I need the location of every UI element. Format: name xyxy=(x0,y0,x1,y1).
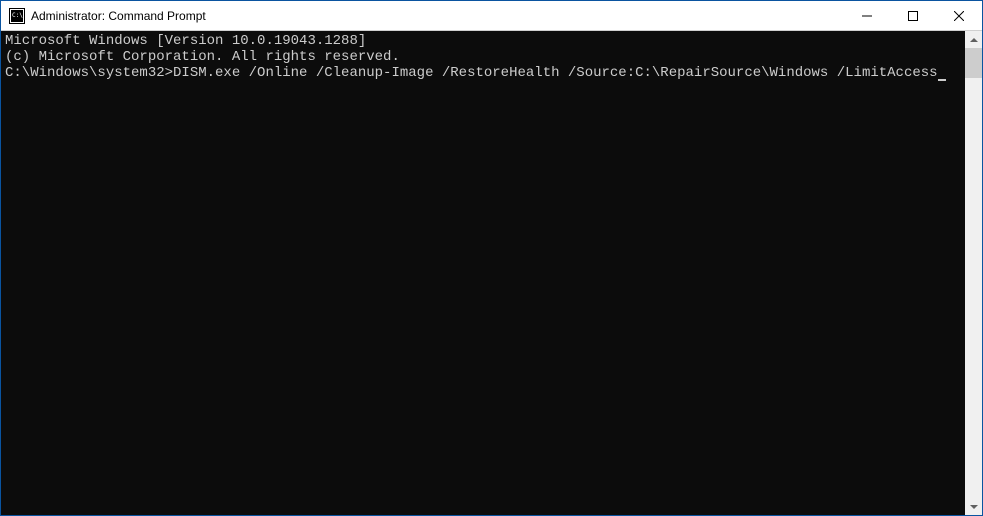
minimize-button[interactable] xyxy=(844,1,890,30)
terminal-output[interactable]: Microsoft Windows [Version 10.0.19043.12… xyxy=(1,31,965,515)
terminal-line: (c) Microsoft Corporation. All rights re… xyxy=(5,49,965,65)
window-title: Administrator: Command Prompt xyxy=(31,9,844,23)
terminal-line: Microsoft Windows [Version 10.0.19043.12… xyxy=(5,33,965,49)
svg-text:C:\: C:\ xyxy=(12,12,23,19)
window-controls xyxy=(844,1,982,30)
scroll-down-arrow[interactable] xyxy=(965,498,982,515)
vertical-scrollbar[interactable] xyxy=(965,31,982,515)
scroll-track[interactable] xyxy=(965,48,982,498)
terminal-prompt-line: C:\Windows\system32>DISM.exe /Online /Cl… xyxy=(5,65,938,81)
titlebar[interactable]: C:\ Administrator: Command Prompt xyxy=(1,1,982,31)
maximize-button[interactable] xyxy=(890,1,936,30)
cmd-icon: C:\ xyxy=(9,8,25,24)
terminal-line: C:\Windows\system32>DISM.exe /Online /Cl… xyxy=(5,65,965,81)
scroll-up-arrow[interactable] xyxy=(965,31,982,48)
scroll-thumb[interactable] xyxy=(965,48,982,78)
terminal-area: Microsoft Windows [Version 10.0.19043.12… xyxy=(1,31,982,515)
command-prompt-window: C:\ Administrator: Command Prompt Micros… xyxy=(0,0,983,516)
cursor xyxy=(938,79,946,81)
close-button[interactable] xyxy=(936,1,982,30)
